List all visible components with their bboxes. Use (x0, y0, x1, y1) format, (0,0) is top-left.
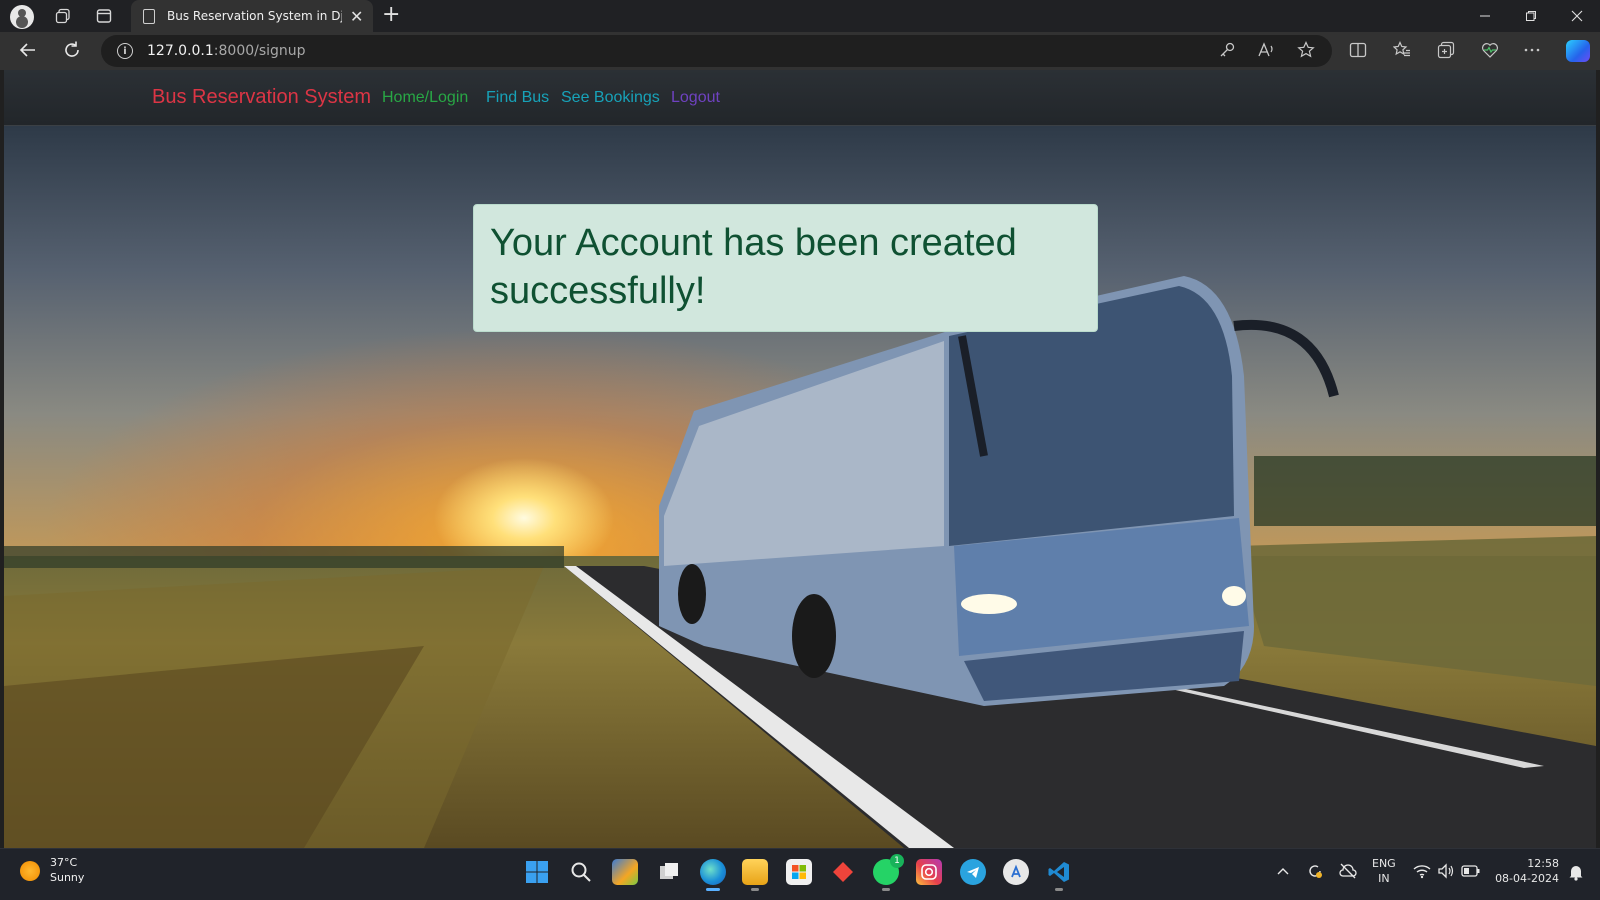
clock-time: 12:58 (1527, 857, 1559, 870)
minimize-icon[interactable] (1462, 0, 1508, 32)
nav-link-logout[interactable]: Logout (671, 89, 720, 107)
close-window-icon[interactable] (1554, 0, 1600, 32)
url-host: 127.0.0.1 (147, 43, 214, 59)
more-options-icon[interactable] (1523, 41, 1541, 63)
workspaces-icon[interactable] (52, 5, 74, 27)
tab-actions-icon[interactable] (93, 5, 115, 27)
favorite-star-icon[interactable] (1297, 41, 1315, 63)
browser-essentials-icon[interactable] (1481, 41, 1499, 63)
alert-message: Your Account has been created successful… (490, 222, 1017, 312)
search-icon[interactable] (568, 859, 594, 885)
site-navbar: Bus Reservation System Home/Login Find B… (4, 70, 1596, 126)
widgets-icon[interactable] (612, 859, 638, 885)
windows-taskbar: 37°C Sunny 1 ENG IN 12:58 08-04-2024 (0, 848, 1600, 900)
language-code: ENG (1372, 857, 1396, 870)
task-view-icon[interactable] (656, 859, 682, 885)
weather-temperature: 37°C (50, 856, 78, 869)
restore-icon[interactable] (1508, 0, 1554, 32)
nav-link-see-bookings[interactable]: See Bookings (561, 89, 660, 107)
favorites-icon[interactable] (1392, 41, 1411, 63)
microsoft-store-icon[interactable] (786, 859, 812, 885)
telegram-icon[interactable] (960, 859, 986, 885)
browser-toolbar: i 127.0.0.1:8000/signup (0, 32, 1600, 70)
browser-tab-bar: Bus Reservation System in Djang ✕ + (0, 0, 1600, 32)
close-tab-icon[interactable]: ✕ (350, 7, 363, 26)
nav-link-find-bus[interactable]: Find Bus (486, 89, 549, 107)
back-icon[interactable] (18, 40, 38, 64)
vscode-icon[interactable] (1046, 859, 1072, 891)
region-code: IN (1378, 872, 1390, 885)
show-hidden-icons-chevron[interactable] (1276, 865, 1290, 880)
whatsapp-badge: 1 (890, 854, 904, 868)
cloud-offline-icon[interactable] (1338, 862, 1358, 884)
battery-icon[interactable] (1461, 864, 1481, 882)
language-indicator[interactable]: ENG IN (1372, 856, 1396, 886)
read-aloud-icon[interactable] (1257, 41, 1275, 63)
address-bar[interactable]: i 127.0.0.1:8000/signup (101, 35, 1332, 67)
clock[interactable]: 12:58 08-04-2024 (1495, 856, 1559, 886)
tab-title: Bus Reservation System in Djang (167, 9, 342, 23)
page-viewport: Bus Reservation System Home/Login Find B… (4, 70, 1596, 848)
file-explorer-icon[interactable] (742, 859, 768, 891)
navbar-brand[interactable]: Bus Reservation System (152, 86, 371, 109)
site-info-icon[interactable]: i (117, 43, 133, 59)
weather-description: Sunny (50, 871, 85, 884)
notification-bell-icon[interactable] (1568, 863, 1584, 885)
volume-icon[interactable] (1437, 863, 1455, 883)
whatsapp-icon[interactable]: 1 (873, 854, 904, 891)
wifi-icon[interactable] (1413, 863, 1431, 883)
instagram-icon[interactable] (916, 859, 942, 885)
sync-icon[interactable] (1306, 862, 1324, 884)
collections-icon[interactable] (1437, 41, 1455, 63)
new-tab-button[interactable]: + (382, 4, 400, 26)
split-screen-icon[interactable] (1349, 41, 1367, 63)
anydesk-icon[interactable] (830, 859, 856, 885)
hero-background-image: Your Account has been created successful… (4, 126, 1596, 848)
url-path: :8000/signup (213, 43, 306, 59)
weather-sun-icon[interactable] (20, 861, 40, 881)
profile-icon[interactable] (10, 5, 34, 29)
active-tab[interactable]: Bus Reservation System in Djang ✕ (131, 0, 373, 32)
refresh-icon[interactable] (62, 40, 82, 64)
password-key-icon[interactable] (1218, 41, 1236, 63)
nav-link-home-login[interactable]: Home/Login (382, 89, 468, 107)
success-alert: Your Account has been created successful… (473, 204, 1098, 332)
copilot-icon[interactable] (1566, 40, 1590, 62)
app-icon[interactable] (1003, 859, 1029, 885)
weather-widget[interactable]: 37°C Sunny (50, 855, 84, 885)
page-icon (143, 8, 155, 24)
start-icon[interactable] (524, 859, 550, 885)
edge-browser-icon[interactable] (700, 859, 726, 891)
clock-date: 08-04-2024 (1495, 872, 1559, 885)
